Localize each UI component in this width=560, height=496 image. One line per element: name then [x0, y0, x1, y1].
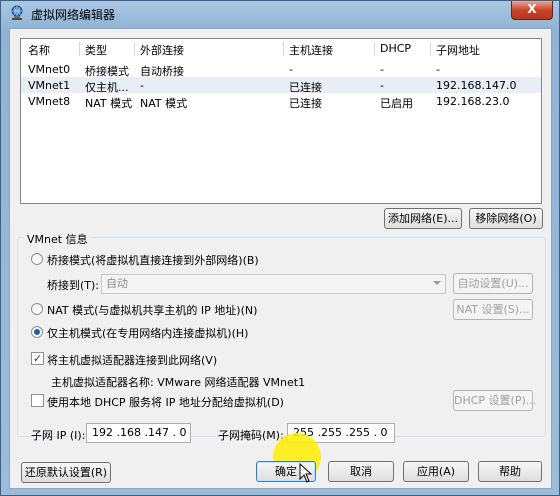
bridged-to-label: 桥接到(T):: [47, 279, 100, 292]
cell-subnet: 192.168.147.0: [436, 79, 517, 92]
cell-subnet: -: [436, 63, 440, 76]
close-button[interactable]: X: [511, 1, 553, 20]
column-header-external[interactable]: 外部连接: [140, 42, 184, 58]
host-only-mode-label[interactable]: 仅主机模式(在专用网络内连接虚拟机)(H): [47, 325, 248, 341]
close-icon: X: [527, 2, 537, 16]
network-list[interactable]: 名称 类型 外部连接 主机连接 DHCP 子网地址 VMnet0 桥接模式 自动…: [20, 38, 542, 204]
column-divider: [430, 42, 431, 56]
cell-dhcp: 已启用: [380, 97, 413, 110]
network-globe-icon: [11, 5, 23, 20]
cell-host: -: [289, 63, 293, 76]
cell-host: 已连接: [289, 97, 322, 110]
dhcp-settings-button[interactable]: DHCP 设置(P)...: [453, 390, 536, 411]
column-header-type[interactable]: 类型: [85, 42, 107, 58]
window-title: 虚拟网络编辑器: [31, 8, 116, 22]
cell-external: -: [140, 79, 144, 92]
table-row[interactable]: VMnet8 NAT 模式 NAT 模式 已连接 已启用 192.168.23.…: [21, 93, 541, 110]
auto-settings-button[interactable]: 自动设置(U)...: [453, 273, 533, 294]
mouse-pointer-icon: [299, 463, 313, 483]
subnet-ip-label: 子网 IP (I):: [31, 429, 86, 442]
virtual-network-editor-window: 虚拟网络编辑器 X 名称 类型 外部连接 主机连接 DHCP 子网地址 VMne…: [0, 0, 560, 496]
dialog-body: 名称 类型 外部连接 主机连接 DHCP 子网地址 VMnet0 桥接模式 自动…: [9, 28, 552, 489]
cell-name: VMnet0: [28, 63, 71, 76]
column-divider: [283, 42, 284, 56]
dhcp-checkbox[interactable]: [31, 394, 44, 407]
column-divider: [134, 42, 135, 56]
column-divider: [374, 42, 375, 56]
column-header-name[interactable]: 名称: [28, 42, 50, 58]
nat-mode-radio[interactable]: [31, 303, 43, 315]
cell-external: NAT 模式: [140, 97, 188, 110]
subnet-mask-label: 子网掩码(M):: [218, 429, 284, 442]
cell-subnet: 192.168.23.0: [436, 95, 510, 108]
table-row[interactable]: VMnet0 桥接模式 自动桥接 - - -: [21, 61, 541, 78]
cell-type: NAT 模式: [85, 97, 133, 110]
remove-network-button[interactable]: 移除网络(O): [469, 208, 543, 229]
title-bar[interactable]: 虚拟网络编辑器 X: [1, 1, 559, 27]
subnet-ip-input[interactable]: 192 .168 .147 . 0: [86, 423, 191, 443]
bridged-to-value: 自动: [106, 277, 128, 290]
apply-button[interactable]: 应用(A): [403, 461, 469, 482]
cancel-button[interactable]: 取消: [328, 461, 394, 482]
connect-adapter-checkbox[interactable]: ✓: [31, 352, 44, 365]
restore-defaults-button[interactable]: 还原默认设置(R): [21, 462, 111, 483]
vmnet-info-title: VMnet 信息: [24, 231, 91, 247]
bridged-mode-radio[interactable]: [31, 253, 43, 265]
table-row-selected[interactable]: VMnet1 仅主机... - 已连接 - 192.168.147.0: [21, 77, 541, 94]
bridged-mode-label[interactable]: 桥接模式(将虚拟机直接连接到外部网络)(B): [47, 252, 259, 268]
cell-dhcp: -: [380, 63, 384, 76]
cell-name: VMnet1: [28, 79, 71, 92]
dhcp-label[interactable]: 使用本地 DHCP 服务将 IP 地址分配给虚拟机(D): [47, 394, 284, 410]
connect-adapter-label[interactable]: 将主机虚拟适配器连接到此网络(V): [47, 352, 217, 368]
bridged-to-select[interactable]: 自动: [101, 274, 446, 294]
adapter-name-text: 主机虚拟适配器名称: VMware 网络适配器 VMnet1: [51, 376, 306, 389]
column-divider: [79, 42, 80, 56]
nat-settings-button[interactable]: NAT 设置(S)...: [453, 299, 533, 320]
help-button[interactable]: 帮助: [478, 461, 542, 482]
list-header: 名称 类型 外部连接 主机连接 DHCP 子网地址: [21, 40, 541, 58]
cell-name: VMnet8: [28, 95, 71, 108]
cell-dhcp: -: [380, 79, 384, 92]
host-only-mode-radio[interactable]: [31, 326, 43, 338]
column-header-host[interactable]: 主机连接: [289, 42, 333, 58]
add-network-button[interactable]: 添加网络(E)...: [384, 208, 462, 229]
column-header-subnet[interactable]: 子网地址: [436, 42, 480, 58]
nat-mode-label[interactable]: NAT 模式(与虚拟机共享主机的 IP 地址)(N): [47, 302, 257, 318]
column-header-dhcp[interactable]: DHCP: [380, 42, 411, 55]
chevron-down-icon: [433, 281, 441, 285]
